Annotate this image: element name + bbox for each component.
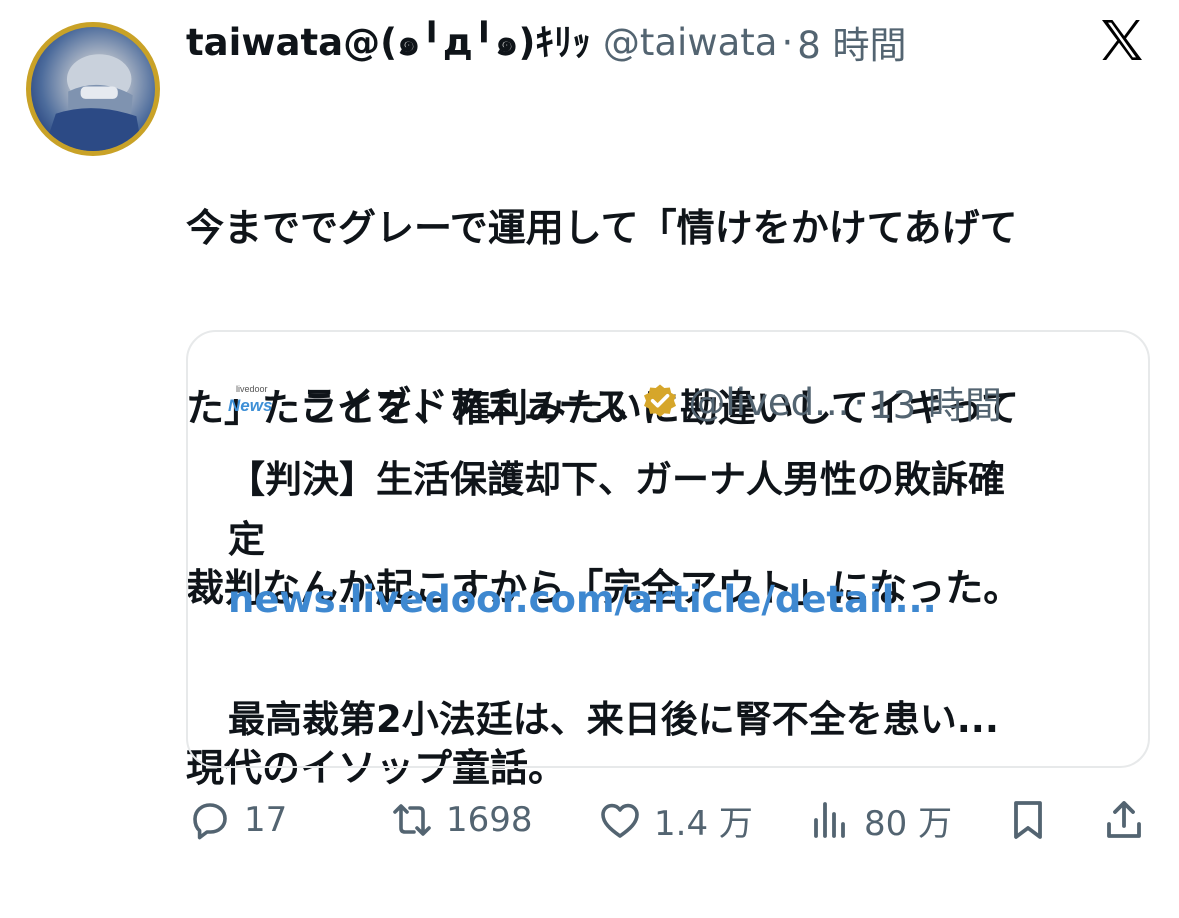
quoted-header-separator: · bbox=[853, 380, 866, 424]
avatar-image bbox=[43, 54, 143, 151]
share-icon bbox=[1107, 801, 1141, 838]
bookmark-button[interactable] bbox=[1004, 790, 1052, 850]
views-icon bbox=[814, 802, 845, 838]
reply-icon bbox=[193, 803, 227, 840]
verified-badge-icon bbox=[644, 384, 677, 417]
quoted-tweet-text: 【判決】生活保護却下、ガーナ人男性の敗訴確 定 news.livedoor.co… bbox=[228, 450, 1128, 750]
quoted-text-line: 【判決】生活保護却下、ガーナ人男性の敗訴確 bbox=[228, 458, 1005, 501]
livedoor-news-avatar[interactable]: livedoor News bbox=[228, 382, 278, 422]
user-handle[interactable]: @taiwata bbox=[603, 21, 778, 64]
like-button[interactable]: 1.4 万 bbox=[596, 790, 753, 850]
quoted-text-line: 定 bbox=[228, 518, 265, 561]
bookmark-icon bbox=[1014, 801, 1042, 839]
reply-button[interactable]: 17 bbox=[186, 790, 287, 850]
avatar[interactable] bbox=[26, 22, 160, 156]
article-link[interactable]: news.livedoor.com/article/detail... bbox=[228, 570, 1128, 630]
quoted-tweet-header: livedoor News ライブドアニュース @lived... · 13 時… bbox=[228, 374, 1002, 430]
quoted-display-name[interactable]: ライブドアニュース bbox=[300, 375, 630, 429]
retweet-count: 1698 bbox=[446, 800, 533, 840]
tweet-header: taiwata@(๑╹д╹๑)ｷﾘｯ @taiwata · 8 時間 bbox=[186, 14, 907, 70]
logo-big-text: News bbox=[228, 396, 273, 415]
retweet-button[interactable]: 1698 bbox=[388, 790, 533, 850]
views-count: 80 万 bbox=[864, 803, 953, 844]
share-button[interactable] bbox=[1100, 790, 1148, 850]
tweet[interactable]: taiwata@(๑╹д╹๑)ｷﾘｯ @taiwata · 8 時間 今まででグ… bbox=[0, 0, 1179, 860]
quoted-text-line: 最高裁第2小法廷は、来日後に腎不全を患い... bbox=[228, 698, 999, 741]
quoted-tweet-card[interactable]: livedoor News ライブドアニュース @lived... · 13 時… bbox=[186, 330, 1150, 768]
x-logo bbox=[1102, 20, 1142, 60]
quoted-text-blank-line bbox=[228, 630, 1128, 690]
tweet-text-line: 今まででグレーで運用して「情けをかけてあげて bbox=[186, 206, 1018, 250]
heart-icon bbox=[601, 803, 639, 838]
logo-small-text: livedoor bbox=[236, 384, 268, 394]
header-separator: · bbox=[781, 20, 794, 64]
display-name[interactable]: taiwata@(๑╹д╹๑)ｷﾘｯ bbox=[186, 12, 591, 72]
tweet-timestamp[interactable]: 8 時間 bbox=[797, 15, 906, 69]
views-button[interactable]: 80 万 bbox=[806, 790, 952, 850]
reply-count: 17 bbox=[244, 800, 288, 840]
quoted-user-handle[interactable]: @lived... bbox=[688, 381, 849, 424]
action-bar: 17 1698 1.4 万 80 万 bbox=[0, 790, 1179, 850]
retweet-icon bbox=[393, 804, 431, 836]
quoted-timestamp[interactable]: 13 時間 bbox=[869, 375, 1002, 429]
like-count: 1.4 万 bbox=[654, 803, 753, 844]
